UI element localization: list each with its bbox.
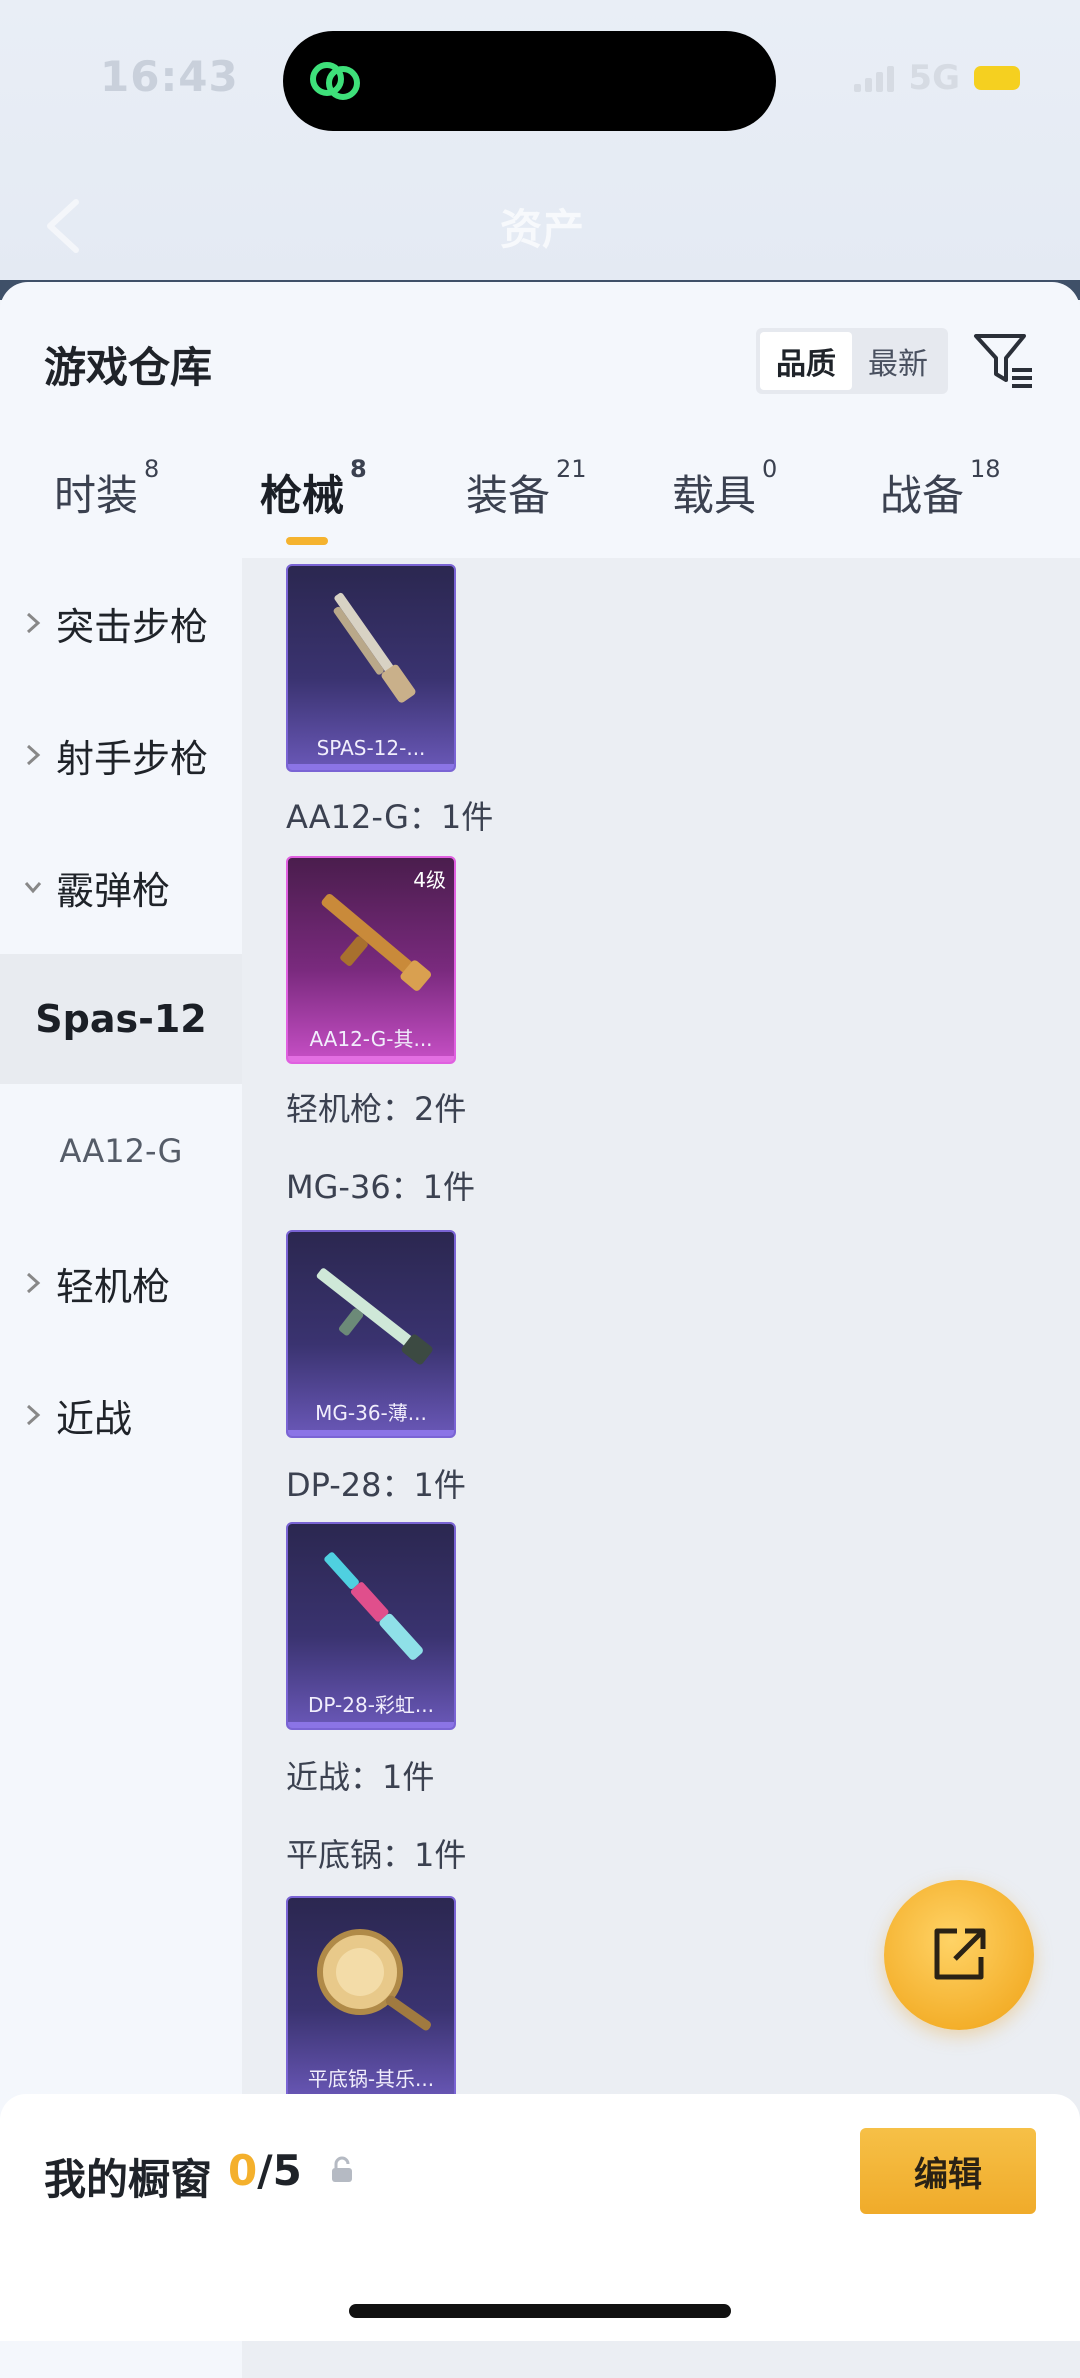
signal-icon bbox=[854, 64, 895, 92]
count-label: 近战：1件 bbox=[286, 1758, 435, 1796]
rarity-bar bbox=[288, 764, 454, 770]
count-label: DP-28：1件 bbox=[286, 1466, 466, 1504]
shotgun-icon bbox=[333, 592, 416, 703]
tab-count: 18 bbox=[970, 455, 1001, 483]
tab-count: 8 bbox=[144, 455, 160, 483]
home-indicator bbox=[349, 2304, 731, 2318]
chevron-right-icon bbox=[26, 612, 41, 634]
status-indicators: 5G bbox=[854, 58, 1020, 98]
item-card-aa12g[interactable]: 4级 AA12-G-其... bbox=[286, 856, 456, 1064]
tab-count: 8 bbox=[350, 455, 367, 483]
nav-label: 霰弹枪 bbox=[56, 868, 171, 913]
network-type: 5G bbox=[908, 58, 960, 98]
background-page: 16:43 5G 资产 bbox=[0, 0, 1080, 290]
nav-label: 突击步枪 bbox=[56, 604, 209, 649]
rainbow-gun-icon bbox=[324, 1552, 423, 1660]
chevron-down-icon bbox=[24, 882, 42, 894]
showcase-label: 我的橱窗 bbox=[44, 2155, 213, 2204]
tab-fashion[interactable]: 时装8 bbox=[54, 455, 159, 552]
sort-latest-button[interactable]: 最新 bbox=[852, 332, 944, 390]
active-tab-indicator bbox=[286, 537, 328, 545]
sort-toggle: 品质 最新 bbox=[756, 328, 948, 394]
showcase-current: 0 bbox=[228, 2146, 258, 2195]
tab-label: 战备 bbox=[880, 471, 965, 520]
tab-supplies[interactable]: 战备18 bbox=[880, 455, 1001, 552]
nav-item-shotgun[interactable]: 霰弹枪 bbox=[0, 822, 242, 952]
share-icon bbox=[934, 1928, 986, 1980]
link-app-icon bbox=[310, 62, 360, 100]
item-card-mg36[interactable]: MG-36-薄... bbox=[286, 1230, 456, 1438]
filter-icon[interactable] bbox=[970, 326, 1036, 392]
nav-item-assault-rifle[interactable]: 突击步枪 bbox=[0, 558, 242, 688]
status-time: 16:43 bbox=[100, 52, 239, 101]
nav-item-spas12[interactable]: Spas-12 bbox=[0, 954, 242, 1084]
back-arrow-icon[interactable] bbox=[40, 196, 88, 256]
tab-vehicles[interactable]: 载具0 bbox=[672, 455, 777, 552]
nav-label: 近战 bbox=[56, 1396, 133, 1441]
dynamic-island bbox=[283, 31, 776, 131]
tab-label: 枪械 bbox=[260, 471, 345, 520]
item-card-dp28[interactable]: DP-28-彩虹... bbox=[286, 1522, 456, 1730]
rarity-bar bbox=[288, 1722, 454, 1728]
tab-equipment[interactable]: 装备21 bbox=[466, 455, 587, 552]
count-label: AA12-G：1件 bbox=[286, 798, 494, 836]
rifle-icon bbox=[321, 893, 432, 991]
battery-icon bbox=[974, 66, 1020, 90]
rarity-bar bbox=[288, 1056, 454, 1062]
rarity-bar bbox=[288, 1430, 454, 1436]
nav-item-aa12g[interactable]: AA12-G bbox=[0, 1086, 242, 1216]
nav-item-marksman-rifle[interactable]: 射手步枪 bbox=[0, 690, 242, 820]
count-label: 平底锅：1件 bbox=[286, 1836, 467, 1874]
showcase-count: 0/5 bbox=[228, 2146, 302, 2195]
tab-count: 21 bbox=[556, 455, 587, 483]
item-card-label: DP-28-彩虹... bbox=[308, 1693, 434, 1717]
edit-button[interactable]: 编辑 bbox=[860, 2128, 1036, 2214]
chevron-right-icon bbox=[26, 1404, 41, 1426]
count-label: MG-36：1件 bbox=[286, 1168, 476, 1206]
tab-count: 0 bbox=[762, 455, 778, 483]
item-card-label: SPAS-12-... bbox=[316, 736, 426, 760]
machine-gun-icon bbox=[316, 1268, 433, 1365]
page-title: 资产 bbox=[500, 205, 585, 254]
sheet-title: 游戏仓库 bbox=[44, 343, 213, 392]
nav-item-melee[interactable]: 近战 bbox=[0, 1350, 242, 1480]
count-label: 轻机枪：2件 bbox=[286, 1090, 467, 1128]
nav-item-lmg[interactable]: 轻机枪 bbox=[0, 1218, 242, 1348]
item-card-label: 平底锅-其乐... bbox=[307, 2067, 435, 2091]
tab-label: 装备 bbox=[466, 471, 551, 520]
chevron-right-icon bbox=[26, 1272, 41, 1294]
tab-label: 时装 bbox=[54, 471, 139, 520]
sort-quality-button[interactable]: 品质 bbox=[760, 332, 852, 390]
share-button[interactable] bbox=[884, 1880, 1034, 2030]
item-card-label: AA12-G-其... bbox=[309, 1027, 433, 1051]
item-card-spas12[interactable]: SPAS-12-... bbox=[286, 564, 456, 772]
lock-icon bbox=[332, 2156, 352, 2182]
nav-label: 射手步枪 bbox=[56, 736, 209, 781]
item-card-label: MG-36-薄... bbox=[315, 1401, 427, 1425]
frying-pan-icon bbox=[317, 1929, 432, 2031]
item-card-pan[interactable]: 平底锅-其乐... bbox=[286, 1896, 456, 2104]
tab-label: 载具 bbox=[672, 471, 757, 520]
chevron-right-icon bbox=[26, 744, 41, 766]
showcase-total: /5 bbox=[257, 2146, 302, 2195]
nav-label: 轻机枪 bbox=[56, 1264, 171, 1309]
category-tabs: 时装8 枪械8 装备21 载具0 战备18 bbox=[0, 455, 1080, 552]
